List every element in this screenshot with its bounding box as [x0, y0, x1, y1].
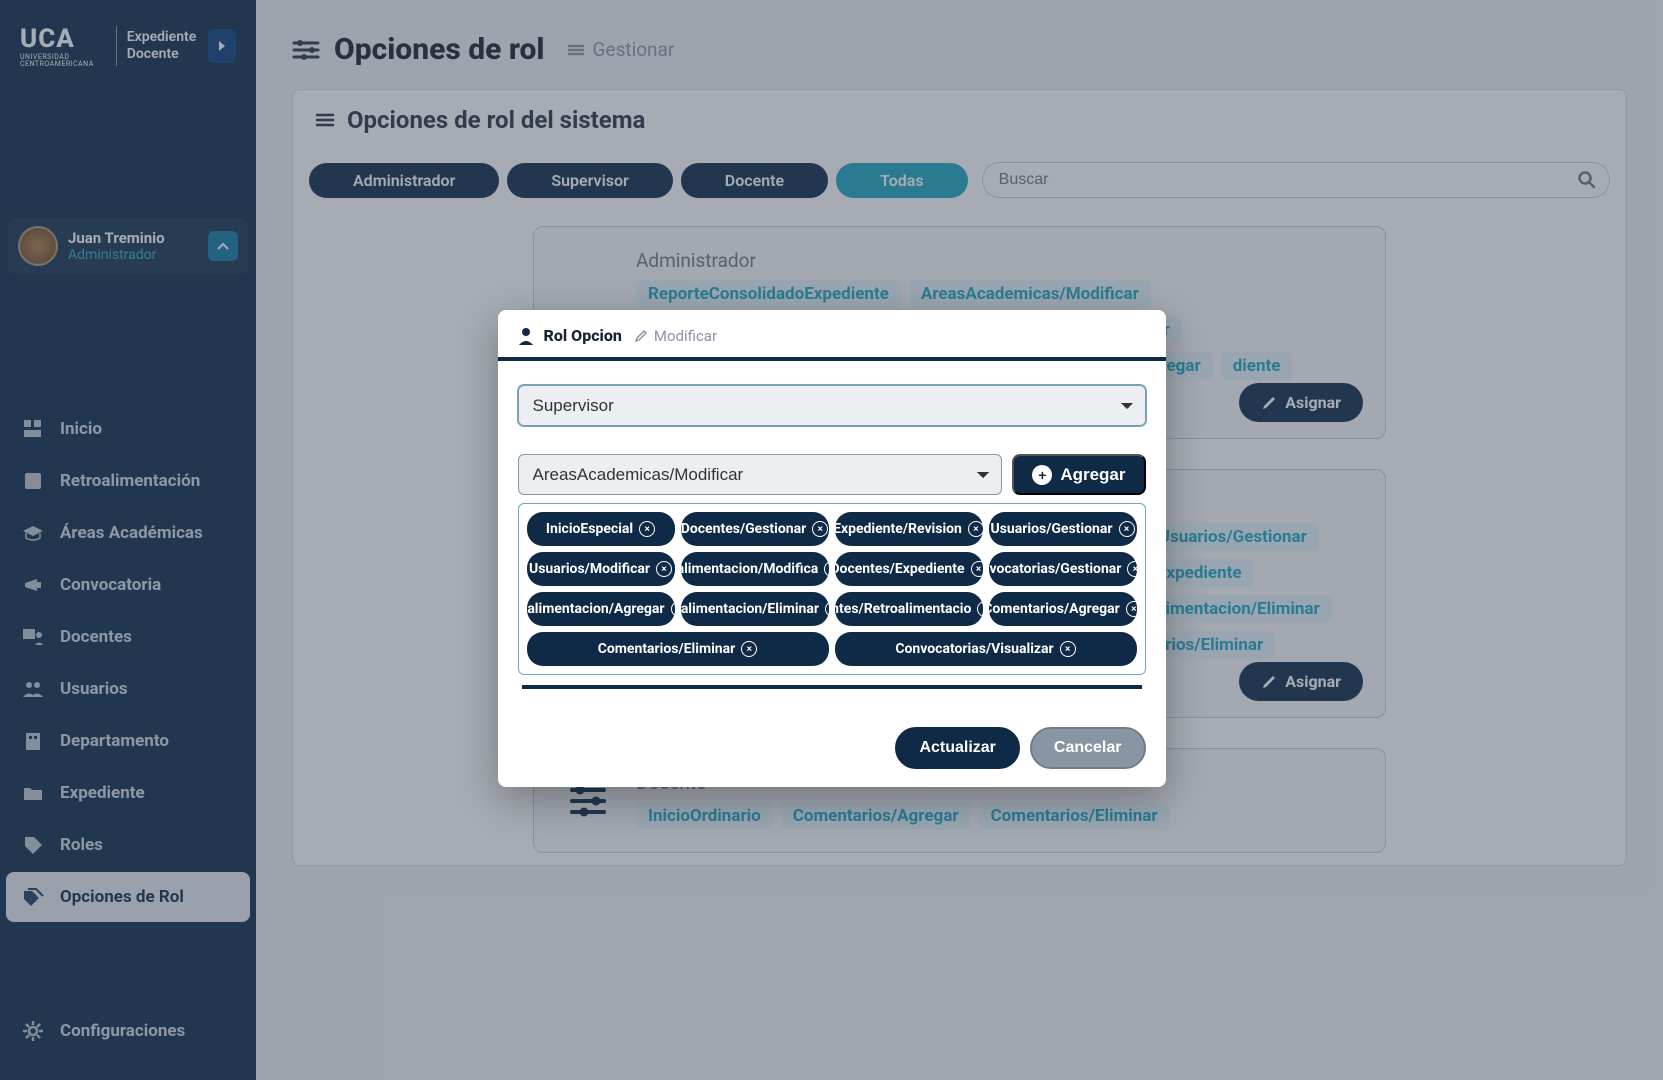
chip[interactable]: nvocatorias/Gestionar×: [989, 552, 1137, 586]
chip[interactable]: Comentarios/Eliminar×: [527, 632, 829, 666]
close-icon[interactable]: ×: [812, 521, 828, 537]
add-row: AreasAcademicas/Modificar + Agregar: [518, 454, 1146, 495]
close-icon[interactable]: ×: [1060, 641, 1076, 657]
close-icon[interactable]: ×: [824, 561, 828, 577]
modal-footer: Actualizar Cancelar: [498, 713, 1166, 787]
close-icon[interactable]: ×: [656, 561, 672, 577]
chip[interactable]: oalimentacion/Modifica×: [681, 552, 829, 586]
close-icon[interactable]: ×: [977, 601, 982, 617]
close-icon[interactable]: ×: [1119, 521, 1135, 537]
chip[interactable]: Usuarios/Modificar×: [527, 552, 675, 586]
role-select[interactable]: Supervisor: [518, 385, 1146, 426]
chip[interactable]: Convocatorias/Visualizar×: [835, 632, 1137, 666]
chip[interactable]: Expediente/Revision×: [835, 512, 983, 546]
chip[interactable]: InicioEspecial×: [527, 512, 675, 546]
chips: InicioEspecial×Docentes/Gestionar×Expedi…: [518, 503, 1146, 675]
modal-title: Rol Opcion: [544, 326, 622, 345]
cancel-button[interactable]: Cancelar: [1030, 727, 1146, 769]
modal-overlay: Rol Opcion Modificar Supervisor AreasAca…: [0, 0, 1663, 1080]
option-select[interactable]: AreasAcademicas/Modificar: [518, 454, 1003, 495]
close-icon[interactable]: ×: [639, 521, 655, 537]
person-icon: [518, 327, 534, 345]
chip[interactable]: roalimentacion/Eliminar×: [681, 592, 829, 626]
chip[interactable]: Docentes/Gestionar×: [681, 512, 829, 546]
plus-icon: +: [1032, 465, 1052, 485]
modal-body: Supervisor AreasAcademicas/Modificar + A…: [498, 361, 1166, 713]
chip[interactable]: Docentes/Expediente×: [835, 552, 983, 586]
add-button[interactable]: + Agregar: [1012, 454, 1145, 495]
close-icon[interactable]: ×: [825, 601, 828, 617]
modal-divider: [522, 685, 1142, 697]
close-icon[interactable]: ×: [741, 641, 757, 657]
chip[interactable]: entes/Retroalimentacio×: [835, 592, 983, 626]
modal-header: Rol Opcion Modificar: [498, 310, 1166, 361]
close-icon[interactable]: ×: [1127, 561, 1136, 577]
chip[interactable]: roalimentacion/Agregar×: [527, 592, 675, 626]
chip[interactable]: Usuarios/Gestionar×: [989, 512, 1137, 546]
close-icon[interactable]: ×: [671, 601, 675, 617]
chip[interactable]: Comentarios/Agregar×: [989, 592, 1137, 626]
close-icon[interactable]: ×: [1126, 601, 1137, 617]
close-icon[interactable]: ×: [968, 521, 983, 537]
modal-sub: Modificar: [634, 327, 717, 345]
edit-icon: [634, 329, 648, 343]
close-icon[interactable]: ×: [971, 561, 983, 577]
modal: Rol Opcion Modificar Supervisor AreasAca…: [498, 310, 1166, 787]
update-button[interactable]: Actualizar: [895, 727, 1019, 769]
